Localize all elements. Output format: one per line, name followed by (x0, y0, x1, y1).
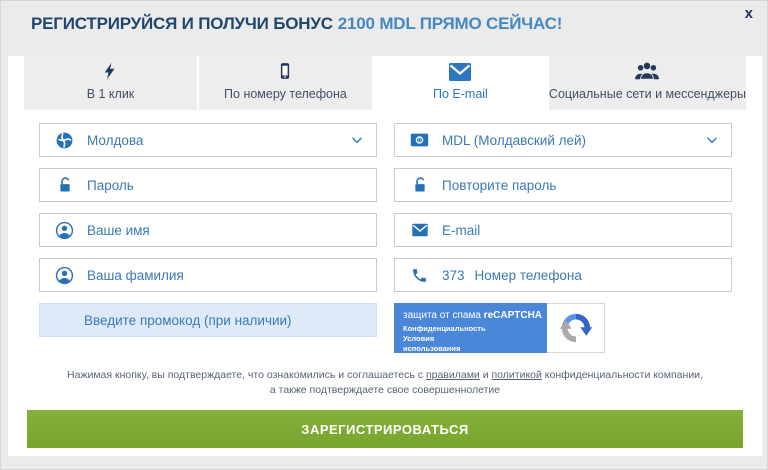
chevron-down-icon (350, 133, 364, 147)
phone-country-code: 373 (442, 268, 465, 283)
banknote-icon: 0 (410, 132, 429, 148)
currency-select[interactable]: 0 MDL (Молдавский лей) (394, 123, 732, 157)
modal-body: В 1 клик По номеру телефона По E-mail Со… (8, 56, 762, 456)
envelope-icon (448, 58, 472, 82)
lock-icon (410, 176, 429, 195)
promo-input[interactable] (84, 313, 364, 328)
email-input[interactable] (442, 223, 719, 238)
registration-form: Молдова 0 MDL (Молдавский лей) (39, 123, 732, 353)
lock-icon (55, 176, 74, 195)
tab-email[interactable]: По E-mail (374, 56, 547, 110)
close-icon[interactable]: x (745, 6, 753, 21)
repeat-password-field-wrap (394, 168, 732, 202)
recaptcha-badge[interactable]: защита от спама reCAPTCHA Конфиденциальн… (394, 303, 605, 353)
smartphone-icon (276, 58, 294, 82)
recaptcha-text-area: защита от спама reCAPTCHA Конфиденциальн… (394, 303, 547, 353)
last-name-field-wrap (39, 258, 377, 292)
password-input[interactable] (87, 178, 364, 193)
modal-header: РЕГИСТРИРУЙСЯ И ПОЛУЧИ БОНУС 2100 MDL ПРЯ… (1, 1, 767, 56)
first-name-field-wrap (39, 213, 377, 247)
chevron-down-icon (705, 133, 719, 147)
globe-icon (55, 131, 74, 150)
person-icon (55, 266, 74, 285)
envelope-icon (410, 223, 429, 237)
lightning-icon (101, 58, 119, 82)
recaptcha-cell: защита от спама reCAPTCHA Конфиденциальн… (394, 303, 732, 353)
country-select[interactable]: Молдова (39, 123, 377, 157)
repeat-password-input[interactable] (442, 178, 719, 193)
tab-label: По E-mail (433, 87, 488, 101)
first-name-input[interactable] (87, 223, 364, 238)
phone-field-wrap: 373 (394, 258, 732, 292)
terms-disclaimer: Нажимая кнопку, вы подтверждаете, что оз… (63, 368, 707, 398)
rules-link[interactable]: правилами (426, 369, 480, 381)
tab-one-click[interactable]: В 1 клик (24, 56, 197, 110)
last-name-input[interactable] (87, 268, 364, 283)
password-field-wrap (39, 168, 377, 202)
tab-label: Социальные сети и мессенджеры (549, 87, 746, 101)
recaptcha-logo-icon (547, 303, 605, 353)
currency-value: MDL (Молдавский лей) (442, 133, 586, 148)
email-field-wrap (394, 213, 732, 247)
register-button[interactable]: ЗАРЕГИСТРИРОВАТЬСЯ (27, 410, 743, 448)
title-main: РЕГИСТРИРУЙСЯ И ПОЛУЧИ БОНУС (31, 14, 333, 33)
privacy-policy-link[interactable]: политикой (492, 369, 542, 381)
tab-phone[interactable]: По номеру телефона (199, 56, 372, 110)
title-accent: 2100 MDL ПРЯМО СЕЙЧАС! (338, 14, 562, 33)
recaptcha-title: защита от спама reCAPTCHA (403, 310, 541, 321)
disclaimer-text: Нажимая кнопку, вы подтверждаете, что оз… (67, 369, 426, 381)
recaptcha-links: Конфиденциальность Условия использования (403, 324, 493, 354)
registration-tabs: В 1 клик По номеру телефона По E-mail Со… (24, 56, 746, 110)
people-icon (634, 58, 660, 82)
phone-handset-icon (410, 267, 429, 284)
promo-field-wrap (39, 303, 377, 337)
registration-modal: РЕГИСТРИРУЙСЯ И ПОЛУЧИ БОНУС 2100 MDL ПРЯ… (0, 0, 768, 470)
page-title: РЕГИСТРИРУЙСЯ И ПОЛУЧИ БОНУС 2100 MDL ПРЯ… (31, 14, 562, 34)
phone-input[interactable] (475, 268, 719, 283)
country-value: Молдова (87, 133, 143, 148)
person-icon (55, 221, 74, 240)
tab-label: В 1 клик (87, 87, 135, 101)
tab-label: По номеру телефона (224, 87, 347, 101)
tab-social[interactable]: Социальные сети и мессенджеры (549, 56, 746, 110)
